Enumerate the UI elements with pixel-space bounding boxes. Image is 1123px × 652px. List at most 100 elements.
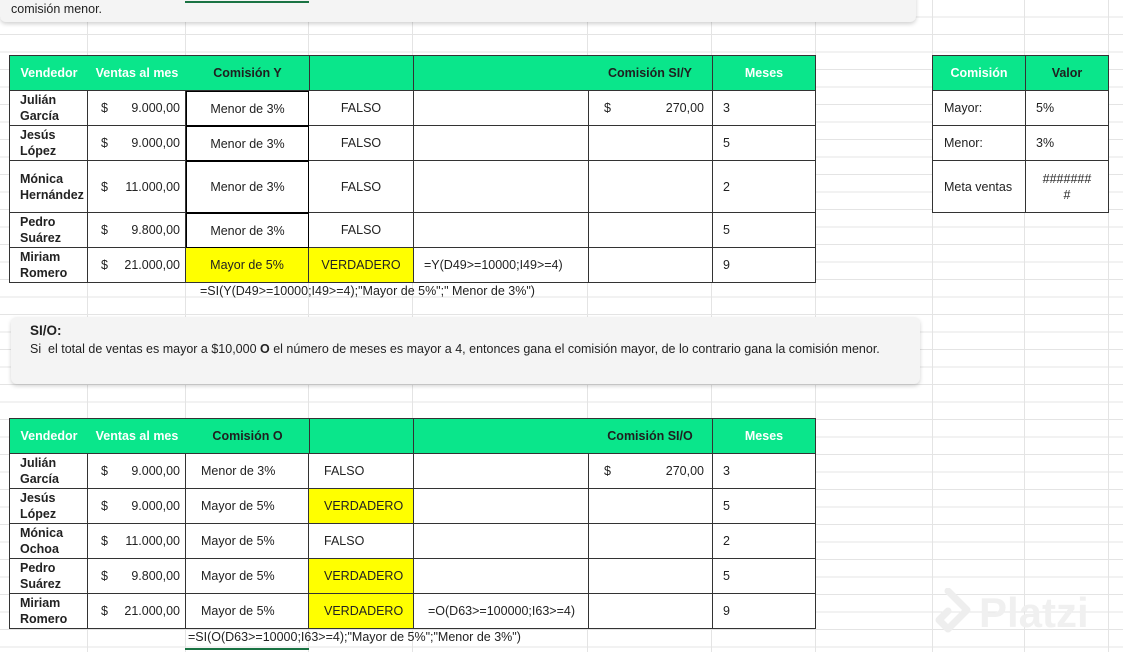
si-commission[interactable] (588, 213, 712, 248)
vendor-name[interactable]: Pedro Suárez (9, 213, 88, 248)
header-blank[interactable] (309, 55, 413, 91)
commission-result[interactable]: Mayor de 5% (186, 489, 309, 524)
header-valor[interactable]: Valor (1025, 55, 1109, 91)
commission-result[interactable]: Mayor de 5% (186, 524, 309, 559)
rate-label[interactable]: Menor: (932, 126, 1025, 161)
logical-result[interactable]: VERDADERO (309, 489, 413, 524)
si-commission[interactable] (588, 524, 712, 559)
commission-result[interactable]: Mayor de 5% (186, 594, 309, 629)
logical-result[interactable]: VERDADERO (309, 559, 413, 594)
logical-result[interactable]: FALSO (309, 91, 413, 126)
formula-cell[interactable] (413, 161, 588, 213)
logical-result[interactable]: FALSO (309, 454, 413, 489)
header-ventas[interactable]: Ventas al mes (88, 55, 186, 91)
formula-cell[interactable] (413, 126, 588, 161)
header-vendedor[interactable]: Vendedor (9, 418, 88, 454)
months-value[interactable]: 2 (712, 161, 816, 213)
commission-result[interactable]: Menor de 3% (186, 454, 309, 489)
vendor-name[interactable]: Mónica Ochoa (9, 524, 88, 559)
sales-amount[interactable]: $21.000,00 (88, 248, 186, 283)
rate-label[interactable]: Mayor: (932, 91, 1025, 126)
formula-cell[interactable] (413, 213, 588, 248)
sales-amount[interactable]: $11.000,00 (88, 161, 186, 213)
vendor-name[interactable]: Jesús López (9, 489, 88, 524)
sales-amount[interactable]: $21.000,00 (88, 594, 186, 629)
currency-symbol: $ (101, 179, 108, 194)
rate-value[interactable]: 5% (1025, 91, 1109, 126)
logical-result[interactable]: FALSO (309, 524, 413, 559)
logical-result[interactable]: VERDADERO (309, 594, 413, 629)
sales-amount[interactable]: $11.000,00 (88, 524, 186, 559)
sales-amount[interactable]: $9.800,00 (88, 213, 186, 248)
amount-value: 9.000,00 (131, 464, 180, 478)
vendor-name[interactable]: Mónica Hernández (9, 161, 88, 213)
header-meses[interactable]: Meses (712, 418, 816, 454)
header-blank[interactable] (413, 55, 588, 91)
formula-cell[interactable] (413, 524, 588, 559)
si-commission[interactable] (588, 559, 712, 594)
sales-amount[interactable]: $9.800,00 (88, 559, 186, 594)
commission-result[interactable]: Menor de 3% (186, 213, 309, 248)
si-commission[interactable]: $270,00 (588, 454, 712, 489)
formula-cell[interactable] (413, 454, 588, 489)
formula-cell[interactable] (413, 91, 588, 126)
rate-value[interactable]: 3% (1025, 126, 1109, 161)
months-value[interactable]: 2 (712, 524, 816, 559)
months-value[interactable]: 3 (712, 91, 816, 126)
si-commission[interactable] (588, 161, 712, 213)
si-commission[interactable] (588, 126, 712, 161)
amount-value: 21.000,00 (124, 258, 180, 272)
commission-result[interactable]: Mayor de 5% (186, 248, 309, 283)
formula-cell[interactable]: =O(D63>=100000;I63>=4) (413, 594, 588, 629)
sales-amount[interactable]: $9.000,00 (88, 126, 186, 161)
header-comision-si-y[interactable]: Comisión SI/Y (588, 55, 712, 91)
months-value[interactable]: 3 (712, 454, 816, 489)
months-value[interactable]: 9 (712, 594, 816, 629)
commission-result[interactable]: Menor de 3% (186, 161, 309, 213)
months-value[interactable]: 5 (712, 213, 816, 248)
header-comision-y[interactable]: Comisión Y (186, 55, 309, 91)
header-blank[interactable] (309, 418, 413, 454)
formula-cell[interactable]: =Y(D49>=10000;I49>=4) (413, 248, 588, 283)
commission-result[interactable]: Mayor de 5% (186, 559, 309, 594)
sales-amount[interactable]: $9.000,00 (88, 489, 186, 524)
vendor-name[interactable]: Julián García (9, 454, 88, 489)
formula-cell[interactable] (413, 489, 588, 524)
logical-result[interactable]: FALSO (309, 126, 413, 161)
header-blank[interactable] (413, 418, 588, 454)
formula-text[interactable]: =SI(O(D63>=10000;I63>=4);"Mayor de 5%";"… (188, 630, 521, 644)
logical-result[interactable]: VERDADERO (309, 248, 413, 283)
sales-amount[interactable]: $9.000,00 (88, 454, 186, 489)
si-commission[interactable] (588, 248, 712, 283)
logical-result[interactable]: FALSO (309, 213, 413, 248)
currency-symbol: $ (604, 464, 611, 478)
months-value[interactable]: 9 (712, 248, 816, 283)
amount-value: 11.000,00 (125, 534, 180, 548)
formula-cell[interactable] (413, 559, 588, 594)
months-value[interactable]: 5 (712, 126, 816, 161)
si-commission[interactable]: $270,00 (588, 91, 712, 126)
vendor-name[interactable]: Jesús López (9, 126, 88, 161)
logical-result[interactable]: FALSO (309, 161, 413, 213)
vendor-name[interactable]: Pedro Suárez (9, 559, 88, 594)
vendor-name[interactable]: Miriam Romero (9, 248, 88, 283)
months-value[interactable]: 5 (712, 489, 816, 524)
vendor-name[interactable]: Miriam Romero (9, 594, 88, 629)
header-comision-si-o[interactable]: Comisión SI/O (588, 418, 712, 454)
vendor-name[interactable]: Julián García (9, 91, 88, 126)
sales-amount[interactable]: $9.000,00 (88, 91, 186, 126)
header-meses[interactable]: Meses (712, 55, 816, 91)
commission-result[interactable]: Menor de 3% (186, 91, 309, 126)
header-comision-o[interactable]: Comisión O (186, 418, 309, 454)
si-commission[interactable] (588, 594, 712, 629)
formula-text[interactable]: =SI(Y(D49>=10000;I49>=4);"Mayor de 5%";"… (200, 284, 535, 298)
months-value[interactable]: 5 (712, 559, 816, 594)
si-commission[interactable] (588, 489, 712, 524)
commission-result[interactable]: Menor de 3% (186, 126, 309, 161)
rate-value-overflow[interactable]: ####### # (1025, 161, 1109, 213)
header-vendedor[interactable]: Vendedor (9, 55, 88, 91)
rate-label[interactable]: Meta ventas (932, 161, 1025, 213)
currency-symbol: $ (604, 101, 611, 115)
header-comision[interactable]: Comisión (932, 55, 1025, 91)
header-ventas[interactable]: Ventas al mes (88, 418, 186, 454)
